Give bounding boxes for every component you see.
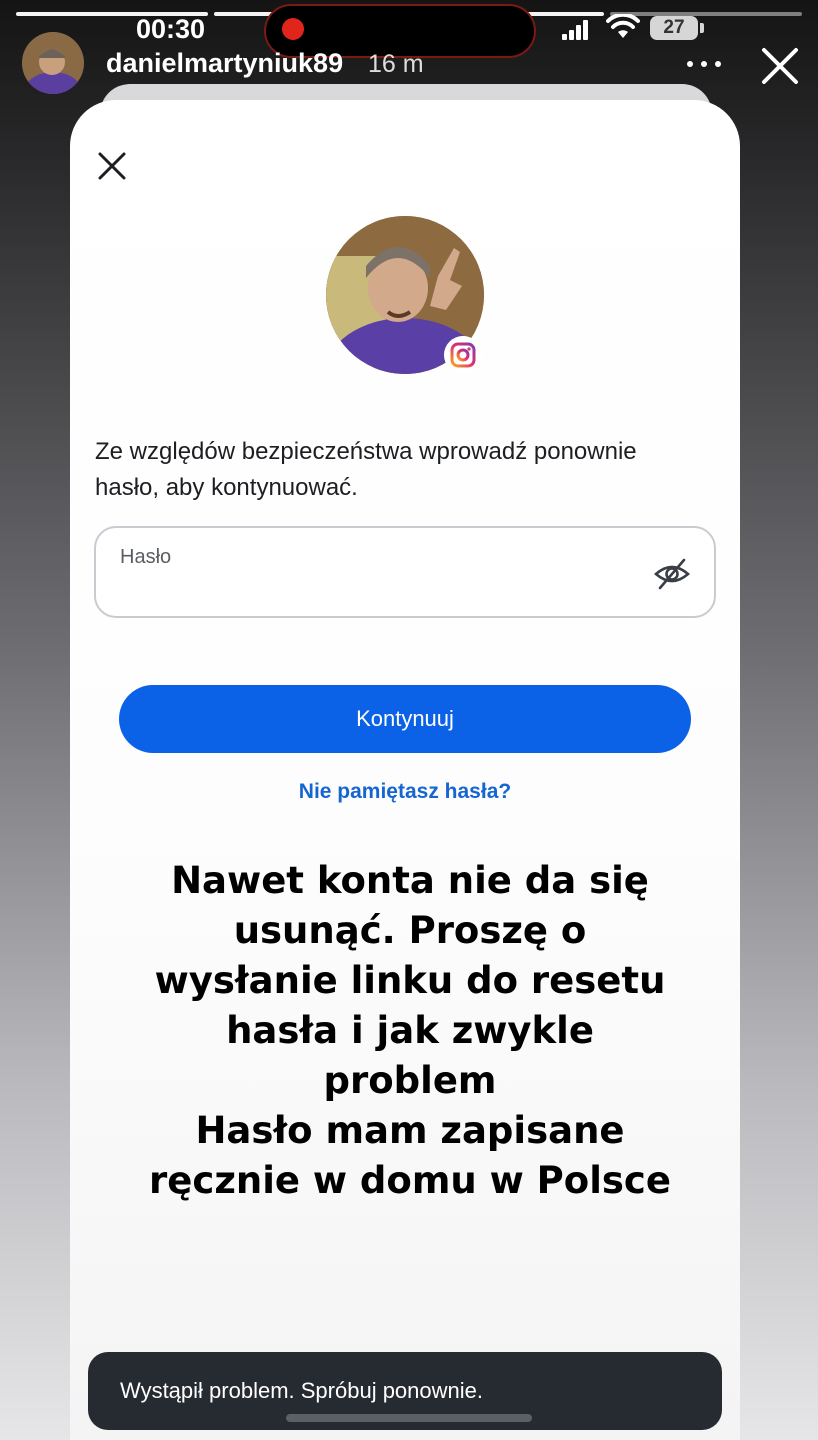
story-username[interactable]: danielmartyniuk89 bbox=[106, 48, 343, 79]
story-text-overlay: Nawet konta nie da się usunąć. Proszę o … bbox=[120, 856, 700, 1206]
story-timestamp: 16 m bbox=[368, 50, 424, 78]
password-label: Hasło bbox=[120, 546, 172, 568]
password-field[interactable]: Hasło bbox=[94, 526, 716, 618]
cellular-signal-icon bbox=[562, 20, 590, 40]
close-icon[interactable] bbox=[96, 150, 128, 182]
status-time: 00:30 bbox=[136, 14, 206, 44]
wifi-icon bbox=[606, 14, 640, 38]
battery-icon: 27 bbox=[650, 16, 704, 40]
more-horizontal-icon[interactable] bbox=[684, 50, 724, 78]
story-text-line: hasła i jak zwykle bbox=[226, 1009, 594, 1052]
eye-off-icon[interactable] bbox=[652, 554, 692, 594]
home-indicator bbox=[286, 1414, 532, 1422]
record-dot-icon bbox=[282, 18, 304, 40]
continue-button[interactable]: Kontynuuj bbox=[119, 685, 691, 753]
password-input[interactable] bbox=[120, 578, 640, 608]
story-text-line: usunąć. Proszę o bbox=[233, 909, 587, 952]
instagram-icon bbox=[444, 336, 482, 374]
avatar-photo bbox=[22, 32, 84, 94]
forgot-password-link[interactable]: Nie pamiętasz hasła? bbox=[119, 780, 691, 804]
story-text-line: problem bbox=[323, 1059, 497, 1102]
story-text-line: Nawet konta nie da się bbox=[171, 859, 649, 902]
story-text-line: ręcznie w domu w Polsce bbox=[149, 1159, 671, 1202]
avatar[interactable] bbox=[22, 32, 84, 94]
close-icon[interactable] bbox=[758, 44, 802, 88]
security-prompt: Ze względów bezpieczeństwa wprowadź pono… bbox=[95, 438, 637, 501]
story-text-line: wysłanie linku do resetu bbox=[154, 959, 666, 1002]
story-text-line: Hasło mam zapisane bbox=[195, 1109, 625, 1152]
